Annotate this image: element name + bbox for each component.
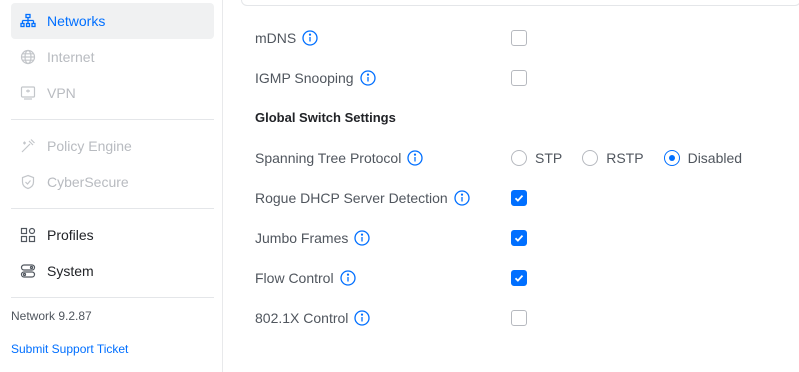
sidebar-divider bbox=[11, 119, 214, 120]
info-icon[interactable] bbox=[354, 230, 371, 246]
sidebar-item-internet[interactable]: Internet bbox=[11, 39, 214, 75]
igmp-snooping-checkbox[interactable] bbox=[511, 70, 527, 86]
system-icon bbox=[19, 262, 37, 280]
sidebar-item-policy-engine[interactable]: Policy Engine bbox=[11, 128, 214, 164]
radio-button[interactable] bbox=[511, 150, 527, 166]
flow-control-row: Flow Control bbox=[255, 266, 356, 290]
profiles-icon bbox=[19, 226, 37, 244]
mdns-row: mDNS bbox=[255, 26, 318, 50]
policy-engine-icon bbox=[19, 137, 37, 155]
sidebar-item-cybersecure[interactable]: CyberSecure bbox=[11, 164, 214, 200]
igmp-row: IGMP Snooping bbox=[255, 66, 376, 90]
sidebar-divider bbox=[11, 297, 214, 298]
networks-icon bbox=[19, 12, 37, 30]
sidebar-item-label: Policy Engine bbox=[47, 138, 132, 154]
stp-row: Spanning Tree Protocol bbox=[255, 146, 423, 170]
sidebar-item-label: Networks bbox=[47, 13, 106, 29]
mdns-label: mDNS bbox=[255, 30, 297, 46]
igmp-snooping-label: IGMP Snooping bbox=[255, 70, 354, 86]
sidebar-divider bbox=[11, 208, 214, 209]
radio-button[interactable] bbox=[582, 150, 599, 166]
radio-label: RSTP bbox=[606, 150, 644, 166]
sidebar-item-label: CyberSecure bbox=[47, 174, 129, 190]
card-edge bbox=[241, 0, 799, 6]
dot1x-control-checkbox[interactable] bbox=[511, 310, 527, 326]
version-label: Network 9.2.87 bbox=[11, 309, 92, 323]
sidebar-item-label: Internet bbox=[47, 49, 95, 65]
vpn-icon bbox=[19, 84, 37, 102]
jumbo-frames-row: Jumbo Frames bbox=[255, 226, 371, 250]
sidebar: Networks Internet VPN Policy Engine Cybe… bbox=[0, 0, 223, 372]
mdns-checkbox[interactable] bbox=[511, 30, 527, 46]
flow-control-label: Flow Control bbox=[255, 270, 334, 286]
rogue-dhcp-checkbox[interactable] bbox=[511, 190, 527, 206]
section-title: Global Switch Settings bbox=[255, 110, 396, 125]
sidebar-item-label: VPN bbox=[47, 85, 76, 101]
info-icon[interactable] bbox=[454, 190, 470, 206]
info-icon[interactable] bbox=[354, 310, 371, 326]
radio-label: Disabled bbox=[687, 150, 743, 166]
jumbo-frames-label: Jumbo Frames bbox=[255, 230, 349, 246]
jumbo-frames-checkbox[interactable] bbox=[511, 230, 527, 246]
info-icon[interactable] bbox=[359, 70, 376, 86]
dot1x-control-label: 802.1X Control bbox=[255, 310, 349, 326]
stp-option-stp[interactable]: STP bbox=[511, 150, 562, 166]
sidebar-item-vpn[interactable]: VPN bbox=[11, 75, 214, 111]
radio-button[interactable] bbox=[663, 150, 680, 166]
radio-label: STP bbox=[535, 150, 563, 166]
rogue-dhcp-row: Rogue DHCP Server Detection bbox=[255, 186, 470, 210]
sidebar-item-networks[interactable]: Networks bbox=[11, 3, 214, 39]
sidebar-item-system[interactable]: System bbox=[11, 253, 214, 289]
stp-radio-group: STP RSTP Disabled bbox=[511, 146, 762, 170]
info-icon[interactable] bbox=[407, 150, 423, 166]
sidebar-item-label: Profiles bbox=[47, 227, 94, 243]
flow-control-checkbox[interactable] bbox=[511, 270, 527, 286]
stp-option-disabled[interactable]: Disabled bbox=[663, 150, 743, 166]
settings-panel: mDNS IGMP Snooping Global Switch Setting… bbox=[223, 0, 799, 372]
rogue-dhcp-label: Rogue DHCP Server Detection bbox=[255, 190, 448, 206]
spanning-tree-label: Spanning Tree Protocol bbox=[255, 150, 402, 166]
sidebar-item-profiles[interactable]: Profiles bbox=[11, 217, 214, 253]
submit-support-ticket-link[interactable]: Submit Support Ticket bbox=[11, 342, 128, 356]
info-icon[interactable] bbox=[339, 270, 356, 286]
globe-icon bbox=[19, 48, 37, 66]
dot1x-control-row: 802.1X Control bbox=[255, 306, 371, 330]
shield-icon bbox=[19, 173, 37, 191]
sidebar-item-label: System bbox=[47, 263, 94, 279]
info-icon[interactable] bbox=[302, 30, 318, 46]
stp-option-rstp[interactable]: RSTP bbox=[582, 150, 644, 166]
